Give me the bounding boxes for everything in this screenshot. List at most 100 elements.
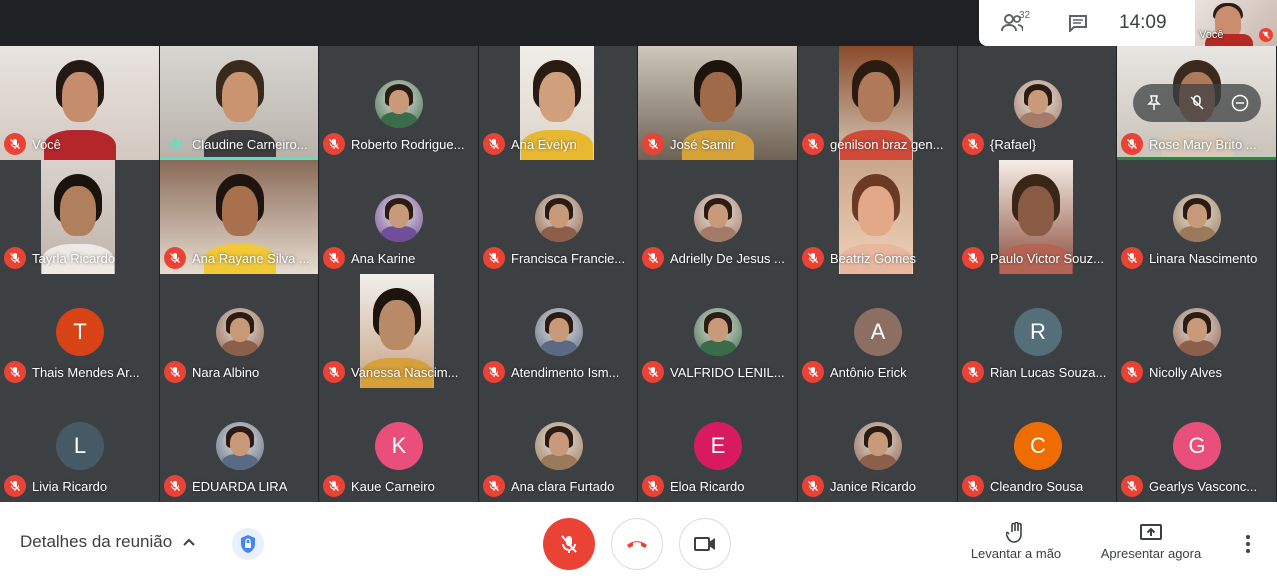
tile-hover-controls (1133, 84, 1261, 122)
participant-name: Nicolly Alves (1149, 364, 1222, 380)
participant-name: Você (32, 136, 61, 152)
raise-hand-label: Levantar a mão (970, 546, 1062, 561)
participant-tile[interactable]: Nara Albino (160, 274, 318, 388)
avatar-body (381, 226, 417, 242)
participant-tile[interactable]: R Rian Lucas Souza... (958, 274, 1116, 388)
security-button[interactable] (232, 528, 264, 560)
participant-name: Vanessa Nascim... (351, 364, 459, 380)
participant-tile[interactable]: José Samir (638, 46, 797, 160)
mic-off-icon (802, 361, 824, 383)
participant-tile[interactable]: {Rafael} (958, 46, 1116, 160)
participant-name-row: Roberto Rodrigue... (323, 132, 474, 156)
video-camera-icon (694, 537, 715, 551)
participant-name-row: Nara Albino (164, 360, 314, 384)
participant-tile[interactable]: Você (0, 46, 159, 160)
video-person-face (858, 72, 894, 122)
mute-participant-icon[interactable] (1185, 91, 1209, 115)
camera-toggle-button[interactable] (679, 518, 731, 570)
top-bar-panel: 32 14:09 (979, 0, 1195, 46)
participant-tile[interactable]: Ana Rayane Silva ... (160, 160, 318, 274)
participant-name: Tayrla Ricardo (32, 250, 116, 266)
pin-icon[interactable] (1142, 91, 1166, 115)
participant-tile[interactable]: Atendimento Ism... (479, 274, 637, 388)
more-options-button[interactable] (1236, 532, 1260, 556)
raise-hand-button[interactable]: Levantar a mão (966, 520, 1066, 561)
participant-tile[interactable]: Ana clara Furtado (479, 388, 637, 502)
participant-avatar (1173, 308, 1221, 356)
avatar-face (389, 90, 409, 114)
participant-name-row: Rian Lucas Souza... (962, 360, 1112, 384)
mic-off-icon (962, 247, 984, 269)
participant-tile[interactable]: VALFRIDO LENIL... (638, 274, 797, 388)
meeting-details-button[interactable]: Detalhes da reunião (20, 532, 196, 552)
participant-tile[interactable]: Ana Evelyn (479, 46, 637, 160)
participant-name-row: Ana Karine (323, 246, 474, 270)
participant-name-row: Ana clara Furtado (483, 474, 633, 498)
self-preview[interactable]: Você (1195, 0, 1277, 46)
participant-name: Rian Lucas Souza... (990, 364, 1107, 380)
participant-avatar: A (854, 308, 902, 356)
participant-tile[interactable]: T Thais Mendes Ar... (0, 274, 159, 388)
participant-tile[interactable]: Claudine Carneiro... (160, 46, 318, 160)
participant-tile[interactable]: Janice Ricardo (798, 388, 957, 502)
participant-name-row: Francisca Francie... (483, 246, 633, 270)
chat-button[interactable] (1045, 0, 1111, 46)
participant-tile[interactable]: genilson braz gen... (798, 46, 957, 160)
participant-tile[interactable]: EDUARDA LIRA (160, 388, 318, 502)
lock-shield-icon (241, 535, 255, 553)
participant-tile[interactable]: Adrielly De Jesus ... (638, 160, 797, 274)
participant-avatar: T (56, 308, 104, 356)
participant-tile[interactable]: L Livia Ricardo (0, 388, 159, 502)
participant-tile[interactable]: Tayrla Ricardo (0, 160, 159, 274)
participant-name-row: {Rafael} (962, 132, 1112, 156)
chevron-up-icon (183, 538, 195, 546)
avatar-body (860, 454, 896, 470)
participant-name-row: Linara Nascimento (1121, 246, 1272, 270)
participant-tile[interactable]: G Gearlys Vasconc... (1117, 388, 1276, 502)
participant-tile[interactable]: E Eloa Ricardo (638, 388, 797, 502)
participant-name-row: Nicolly Alves (1121, 360, 1272, 384)
mic-off-icon (962, 361, 984, 383)
participant-avatar: G (1173, 422, 1221, 470)
remove-participant-icon[interactable] (1228, 91, 1252, 115)
mic-off-icon (962, 133, 984, 155)
leave-call-button[interactable] (611, 518, 663, 570)
mic-off-icon (164, 361, 186, 383)
present-now-button[interactable]: Apresentar agora (1098, 520, 1204, 561)
clock: 14:09 (1119, 12, 1167, 33)
participant-tile[interactable]: K Kaue Carneiro (319, 388, 478, 502)
speaking-indicator-icon (164, 133, 186, 155)
participant-tile[interactable]: Roberto Rodrigue... (319, 46, 478, 160)
avatar-body (222, 340, 258, 356)
participant-tile[interactable]: A Antônio Erick (798, 274, 957, 388)
mic-off-icon (561, 535, 577, 553)
participant-avatar (535, 194, 583, 242)
participant-tile[interactable]: Beatriz Gomes (798, 160, 957, 274)
participant-name-row: Atendimento Ism... (483, 360, 633, 384)
participant-tile[interactable]: Rose Mary Brito ... (1117, 46, 1276, 160)
participant-name-row: Paulo Victor Souz... (962, 246, 1112, 270)
participant-name: Antônio Erick (830, 364, 907, 380)
avatar-face (389, 204, 409, 228)
participant-avatar (375, 194, 423, 242)
microphone-toggle-button[interactable] (543, 518, 595, 570)
participant-tile[interactable]: C Cleandro Sousa (958, 388, 1116, 502)
participant-name-row: Rose Mary Brito ... (1121, 132, 1272, 156)
participant-name: Ana Evelyn (511, 136, 577, 152)
video-person-face (1018, 186, 1054, 236)
participant-name: Janice Ricardo (830, 478, 916, 494)
participant-tile[interactable]: Vanessa Nascim... (319, 274, 478, 388)
video-person-face (221, 186, 258, 236)
participant-tile[interactable]: Nicolly Alves (1117, 274, 1276, 388)
participants-button[interactable]: 32 (979, 0, 1045, 46)
participant-name-row: Beatriz Gomes (802, 246, 953, 270)
mic-off-icon (4, 361, 26, 383)
participant-name: Livia Ricardo (32, 478, 108, 494)
participant-name: Atendimento Ism... (511, 364, 620, 380)
avatar-body (541, 226, 577, 242)
participant-tile[interactable]: Linara Nascimento (1117, 160, 1276, 274)
participant-tile[interactable]: Francisca Francie... (479, 160, 637, 274)
participant-tile[interactable]: Ana Karine (319, 160, 478, 274)
participant-tile[interactable]: Paulo Victor Souz... (958, 160, 1116, 274)
mic-off-icon (642, 247, 664, 269)
